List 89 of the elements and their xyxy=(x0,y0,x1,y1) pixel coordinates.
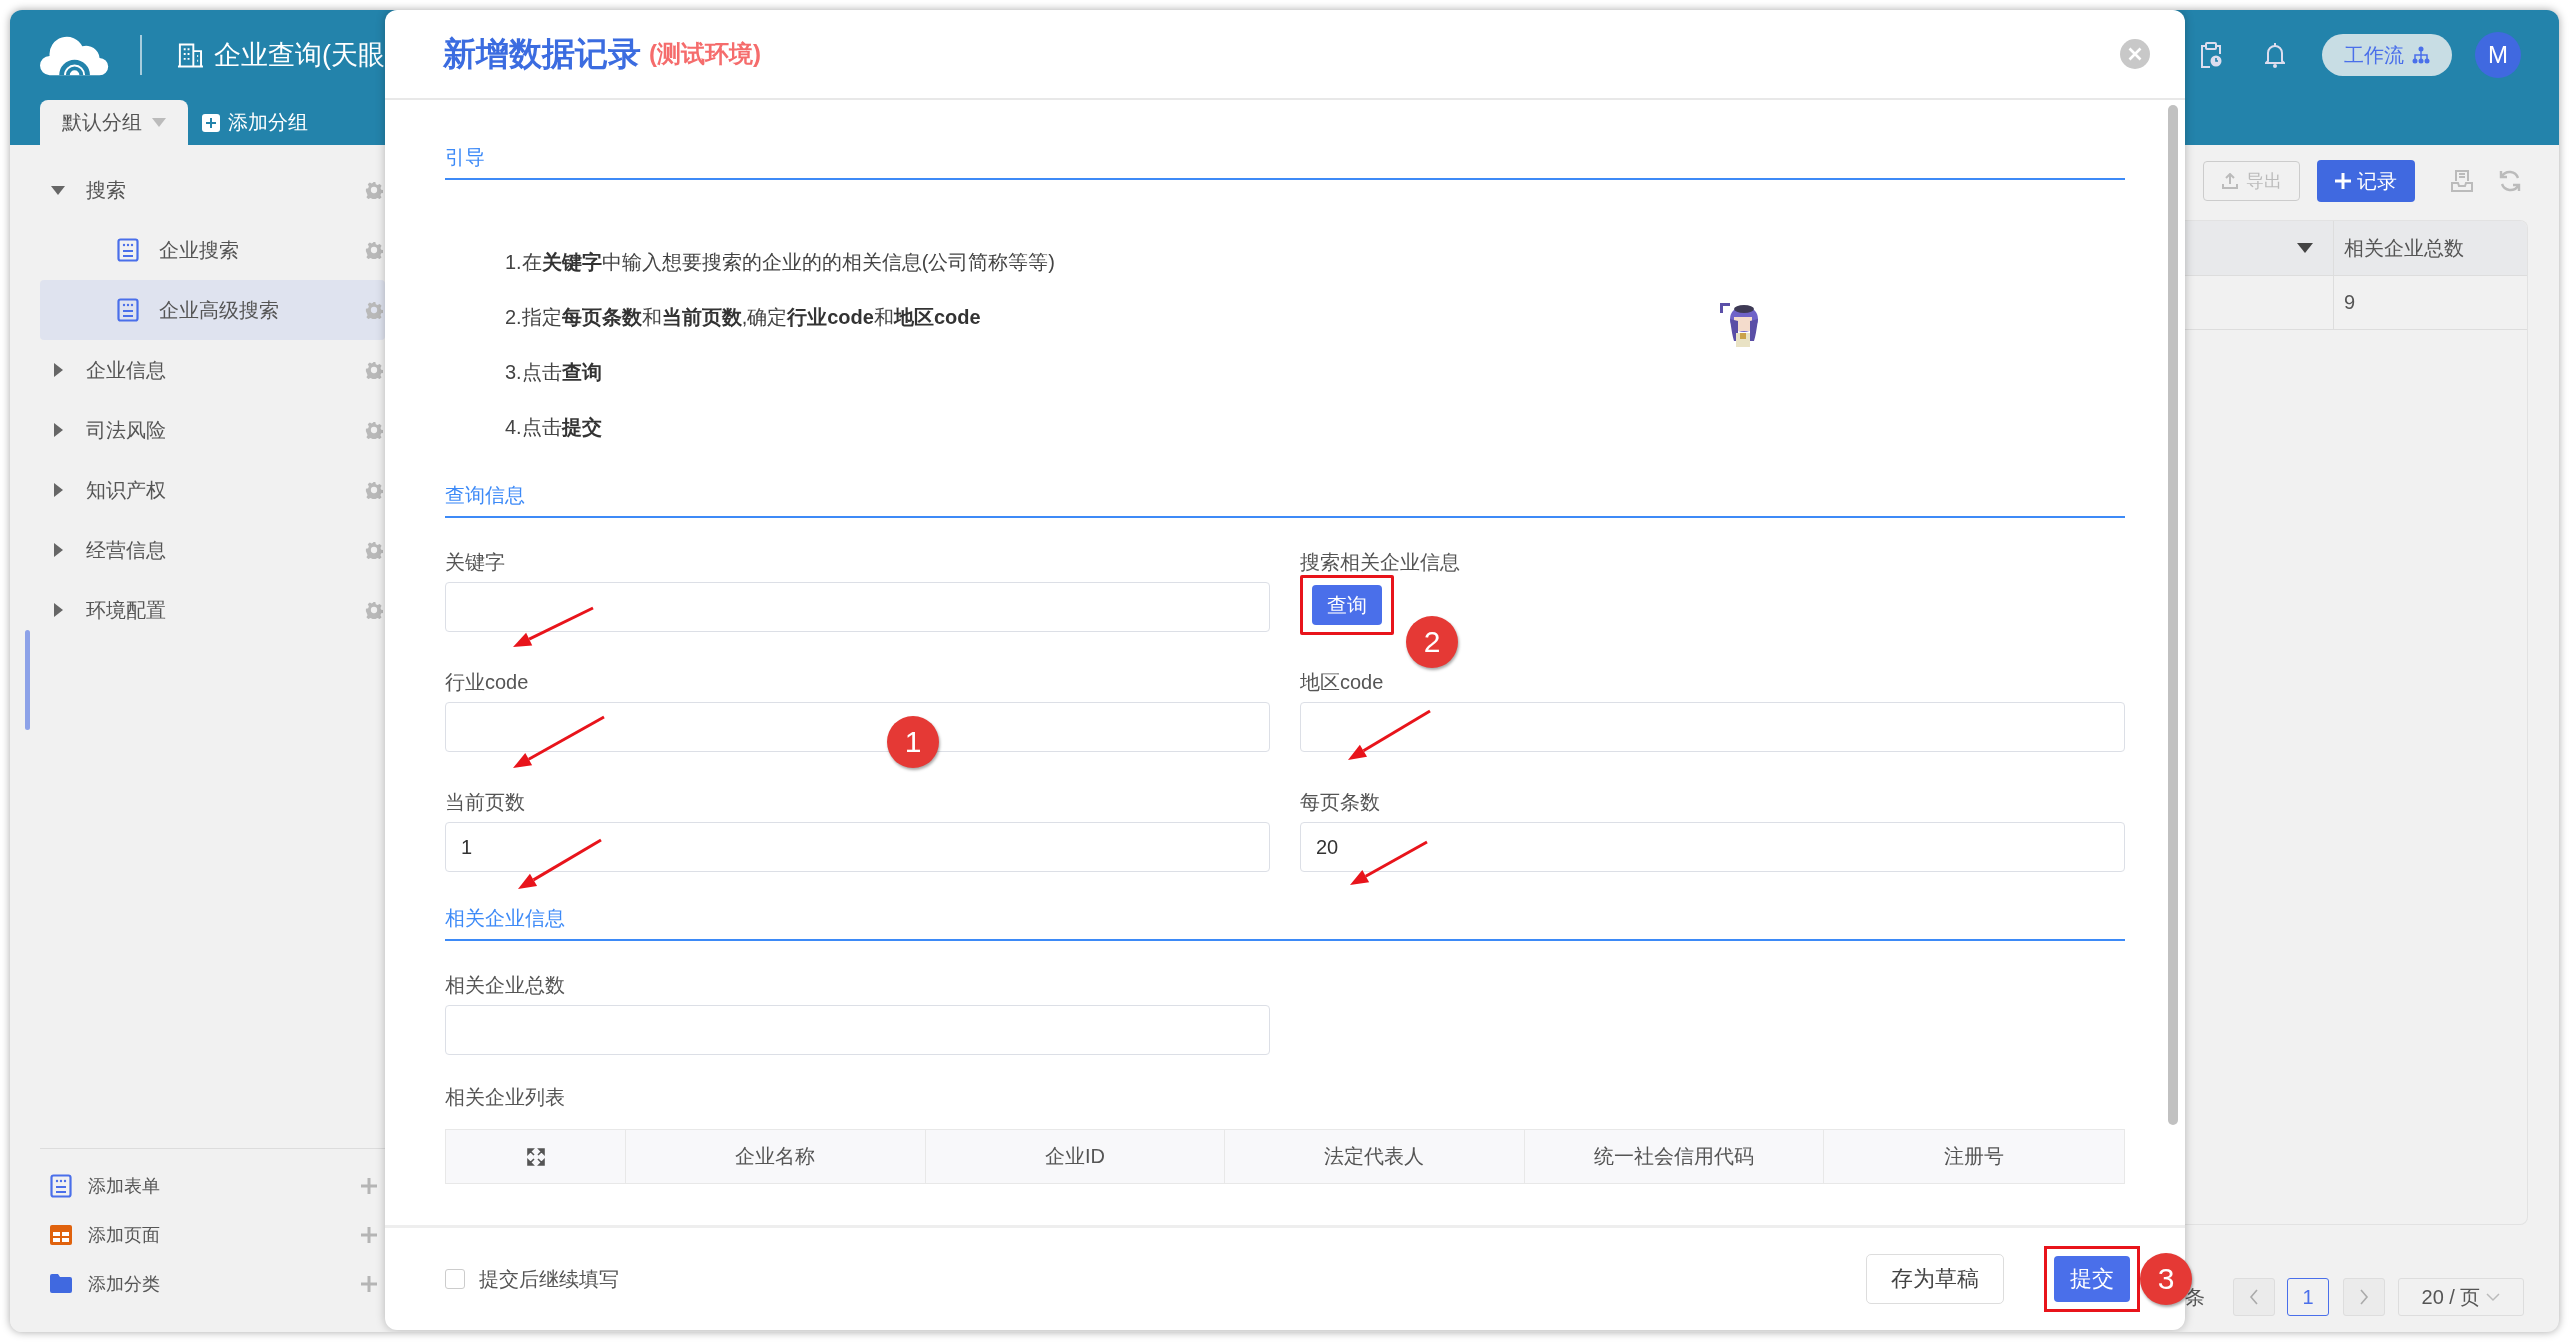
gear-icon[interactable] xyxy=(365,421,383,439)
column-header[interactable]: 企业ID xyxy=(925,1130,1226,1183)
input-field[interactable] xyxy=(445,582,1270,632)
clipboard-icon[interactable] xyxy=(2200,42,2222,68)
close-icon[interactable] xyxy=(2120,39,2150,69)
chevron-down-icon xyxy=(2486,1292,2501,1302)
gear-icon[interactable] xyxy=(365,301,383,319)
field-label: 每页条数 xyxy=(1300,790,1381,814)
sidebar-item[interactable]: 经营信息 xyxy=(40,520,385,580)
field-label: 关键字 xyxy=(445,550,506,574)
hierarchy-icon xyxy=(2412,46,2430,64)
sidebar-item[interactable]: 环境配置 xyxy=(40,580,385,640)
plus-square-icon xyxy=(202,113,220,132)
app-title: 企业查询(天眼 xyxy=(214,39,385,72)
add-record-button[interactable]: 记录 xyxy=(2317,160,2415,202)
sidebar-item[interactable]: 知识产权 xyxy=(40,460,385,520)
column-header[interactable]: 注册号 xyxy=(1824,1130,2124,1183)
section-heading: 引导 xyxy=(445,145,2125,180)
group-tab[interactable]: 默认分组 xyxy=(40,100,188,145)
caret-icon xyxy=(152,118,166,127)
gear-icon[interactable] xyxy=(365,181,383,199)
chevron-right-icon xyxy=(2359,1289,2369,1305)
form-icon xyxy=(50,1173,72,1198)
plus-icon[interactable] xyxy=(361,1275,377,1292)
input-field[interactable] xyxy=(445,702,1270,752)
gear-icon[interactable] xyxy=(365,601,383,619)
logo-icon xyxy=(40,34,110,76)
input-field[interactable]: 20 xyxy=(1300,822,2125,872)
folder-icon xyxy=(50,1274,72,1293)
bell-icon[interactable] xyxy=(2265,42,2285,68)
sidebar-item[interactable]: 司法风险 xyxy=(40,400,385,460)
section-heading: 相关企业信息 xyxy=(445,906,2125,941)
input-field[interactable] xyxy=(1300,702,2125,752)
scrollbar[interactable] xyxy=(2168,105,2178,1125)
form-icon xyxy=(117,298,139,322)
checkbox[interactable] xyxy=(445,1269,465,1289)
plus-icon xyxy=(2335,173,2351,189)
add-group-button[interactable]: 添加分组 xyxy=(202,100,308,145)
plus-icon[interactable] xyxy=(361,1177,377,1194)
add-item[interactable]: 添加分类 xyxy=(40,1259,385,1308)
gear-icon[interactable] xyxy=(365,361,383,379)
column-header[interactable]: 统一社会信用代码 xyxy=(1524,1130,1825,1183)
caret-icon[interactable] xyxy=(2297,243,2313,253)
page-size-select[interactable]: 20 / 页 xyxy=(2398,1278,2524,1316)
guide-step: 4.点击提交 xyxy=(505,416,602,438)
add-item[interactable]: 添加页面 xyxy=(40,1210,385,1259)
gear-icon[interactable] xyxy=(365,241,383,259)
expand-icon[interactable] xyxy=(526,1147,545,1166)
input-field[interactable]: 1 xyxy=(445,822,1270,872)
refresh-icon[interactable] xyxy=(2498,169,2522,193)
field-label: 行业code xyxy=(445,670,530,694)
field-label: 当前页数 xyxy=(445,790,526,814)
guide-step: 3.点击查询 xyxy=(505,361,602,383)
prev-page-button[interactable] xyxy=(2233,1278,2275,1316)
guide-step: 1.在关键字中输入想要搜索的企业的的相关信息(公司简称等等) xyxy=(505,251,1055,273)
tray-icon[interactable] xyxy=(2450,169,2474,193)
sidebar-item[interactable]: 搜索 xyxy=(40,160,385,220)
next-page-button[interactable] xyxy=(2343,1278,2385,1316)
checkbox-label: 提交后继续填写 xyxy=(479,1266,620,1292)
save-draft-button[interactable]: 存为草稿 xyxy=(1866,1254,2004,1304)
plus-icon[interactable] xyxy=(361,1226,377,1243)
sidebar-item[interactable]: 企业搜索 xyxy=(40,220,385,280)
guide-step: 2.指定每页条数和当前页数,确定行业code和地区code xyxy=(505,306,981,328)
field-label: 搜索相关企业信息 xyxy=(1300,550,1461,574)
submit-button[interactable]: 提交 xyxy=(2054,1256,2130,1302)
add-item[interactable]: 添加表单 xyxy=(40,1161,385,1210)
sidebar-item[interactable]: 企业信息 xyxy=(40,340,385,400)
column-header[interactable]: 法定代表人 xyxy=(1225,1130,1525,1183)
column-header[interactable]: 企业名称 xyxy=(626,1130,926,1183)
gear-icon[interactable] xyxy=(365,481,383,499)
grid-icon xyxy=(50,1224,72,1245)
page-button[interactable]: 1 xyxy=(2287,1278,2329,1316)
field-label: 地区code xyxy=(1300,670,1385,694)
user-avatar[interactable]: M xyxy=(2475,32,2521,78)
scrollbar[interactable] xyxy=(25,630,30,730)
table-cell-text: 9 xyxy=(2343,290,2357,315)
sidebar-item[interactable]: 企业高级搜索 xyxy=(40,280,385,340)
form-icon xyxy=(117,238,139,262)
gear-icon[interactable] xyxy=(365,541,383,559)
chevron-left-icon xyxy=(2249,1289,2259,1305)
building-icon xyxy=(177,41,204,69)
environment-tag: (测试环境) xyxy=(649,38,2120,70)
input-field[interactable] xyxy=(445,1005,1270,1055)
section-heading: 查询信息 xyxy=(445,483,2125,518)
field-label: 相关企业列表 xyxy=(445,1085,566,1109)
upload-icon xyxy=(2221,173,2238,189)
dialog-title: 新增数据记录 xyxy=(443,33,641,74)
query-button[interactable]: 查询 xyxy=(1312,585,1382,625)
field-label: 相关企业总数 xyxy=(445,973,566,997)
